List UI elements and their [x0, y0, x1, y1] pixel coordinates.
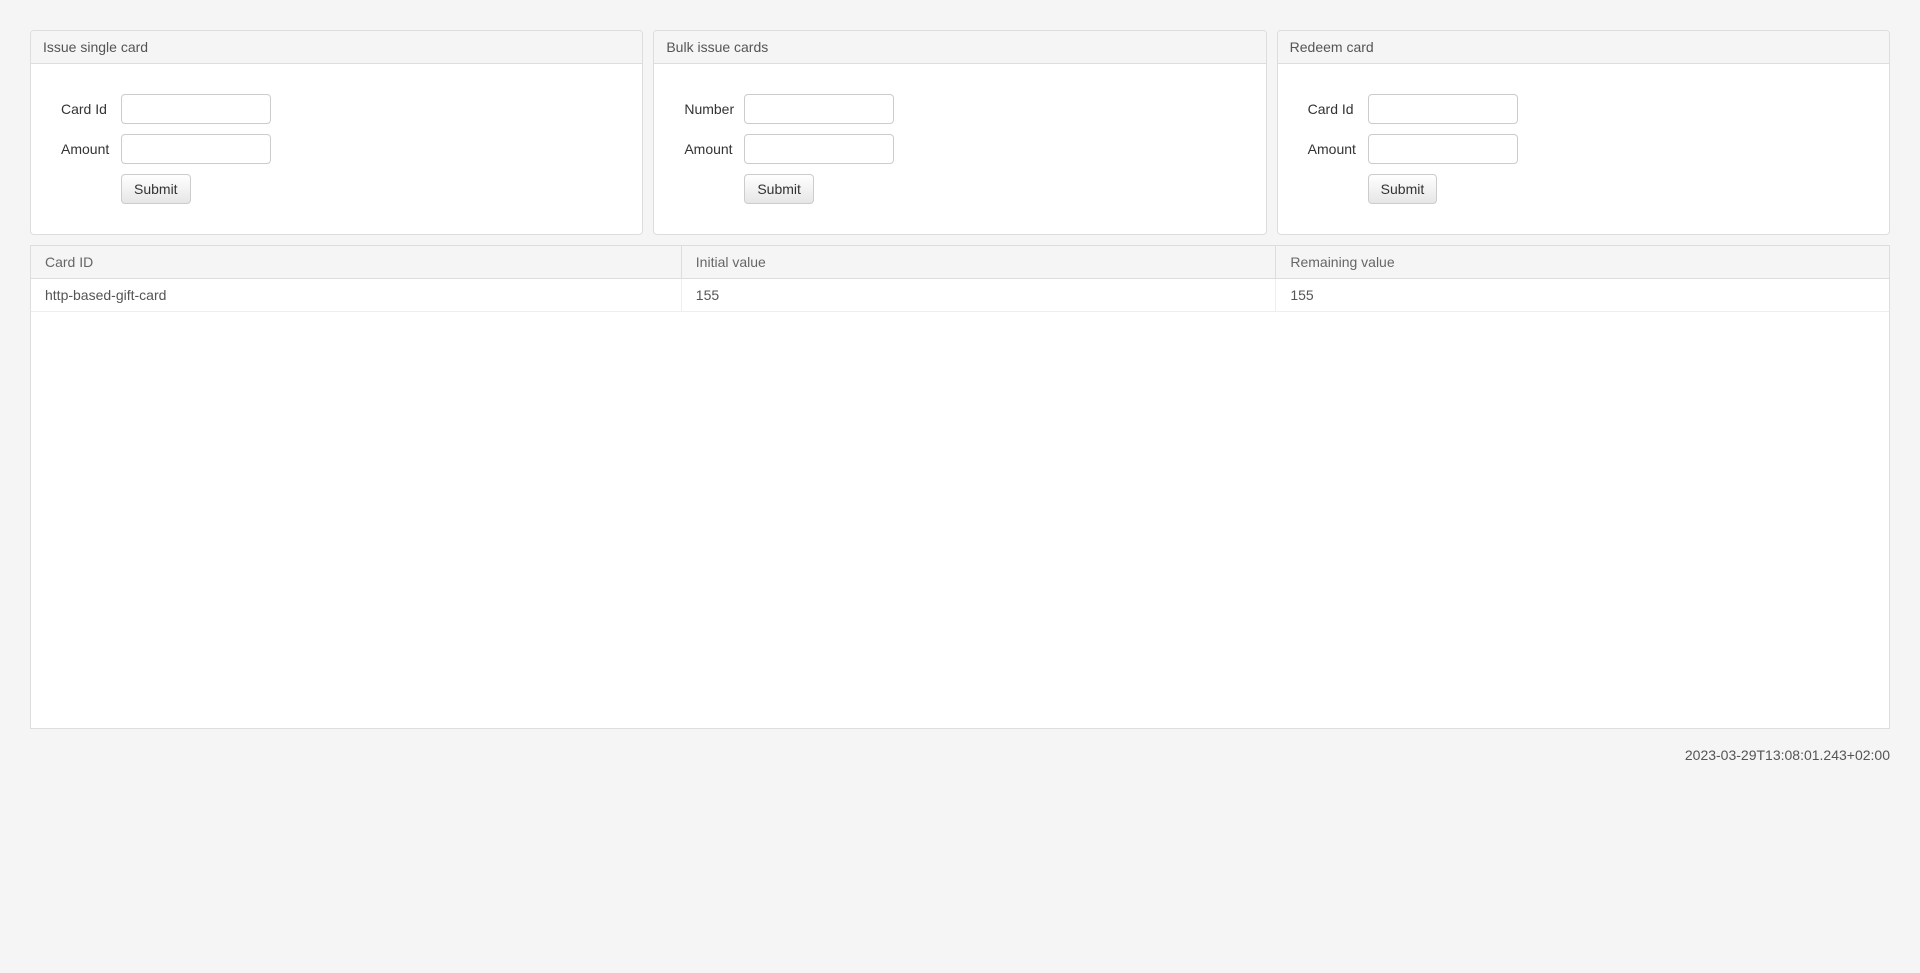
bulk-issue-number-label: Number [684, 101, 744, 117]
issue-single-card-body: Card Id Amount Submit [31, 64, 642, 234]
cards-table-container: Card ID Initial value Remaining value ht… [30, 245, 1890, 729]
issue-single-card-id-input[interactable] [121, 94, 271, 124]
bulk-issue-amount-group: Amount [684, 134, 1235, 164]
issue-single-amount-group: Amount [61, 134, 612, 164]
redeem-card-title: Redeem card [1278, 31, 1889, 64]
redeem-button-row: Submit [1368, 174, 1859, 204]
bulk-issue-amount-label: Amount [684, 141, 744, 157]
table-header-card-id: Card ID [31, 246, 681, 279]
table-cell-remaining-value: 155 [1276, 279, 1889, 312]
redeem-card-id-label: Card Id [1308, 101, 1368, 117]
bulk-issue-cards-body: Number Amount Submit [654, 64, 1265, 234]
table-header-initial-value: Initial value [681, 246, 1276, 279]
bulk-issue-cards-panel: Bulk issue cards Number Amount Submit [653, 30, 1266, 235]
table-cell-card-id: http-based-gift-card [31, 279, 681, 312]
issue-single-amount-label: Amount [61, 141, 121, 157]
issue-single-card-panel: Issue single card Card Id Amount Submit [30, 30, 643, 235]
bulk-issue-submit-button[interactable]: Submit [744, 174, 814, 204]
bulk-issue-button-row: Submit [744, 174, 1235, 204]
redeem-submit-button[interactable]: Submit [1368, 174, 1438, 204]
table-header-remaining-value: Remaining value [1276, 246, 1889, 279]
redeem-amount-group: Amount [1308, 134, 1859, 164]
bulk-issue-amount-input[interactable] [744, 134, 894, 164]
redeem-card-panel: Redeem card Card Id Amount Submit [1277, 30, 1890, 235]
redeem-card-body: Card Id Amount Submit [1278, 64, 1889, 234]
cards-table: Card ID Initial value Remaining value ht… [31, 246, 1889, 312]
redeem-card-id-group: Card Id [1308, 94, 1859, 124]
bulk-issue-cards-title: Bulk issue cards [654, 31, 1265, 64]
bulk-issue-number-input[interactable] [744, 94, 894, 124]
bulk-issue-number-group: Number [684, 94, 1235, 124]
issue-single-button-row: Submit [121, 174, 612, 204]
issue-single-card-id-group: Card Id [61, 94, 612, 124]
issue-single-submit-button[interactable]: Submit [121, 174, 191, 204]
redeem-amount-input[interactable] [1368, 134, 1518, 164]
redeem-amount-label: Amount [1308, 141, 1368, 157]
timestamp: 2023-03-29T13:08:01.243+02:00 [30, 747, 1890, 763]
redeem-card-id-input[interactable] [1368, 94, 1518, 124]
table-row: http-based-gift-card 155 155 [31, 279, 1889, 312]
issue-single-card-id-label: Card Id [61, 101, 121, 117]
issue-single-card-title: Issue single card [31, 31, 642, 64]
panels-row: Issue single card Card Id Amount Submit … [30, 30, 1890, 235]
table-header-row: Card ID Initial value Remaining value [31, 246, 1889, 279]
issue-single-amount-input[interactable] [121, 134, 271, 164]
table-cell-initial-value: 155 [681, 279, 1276, 312]
